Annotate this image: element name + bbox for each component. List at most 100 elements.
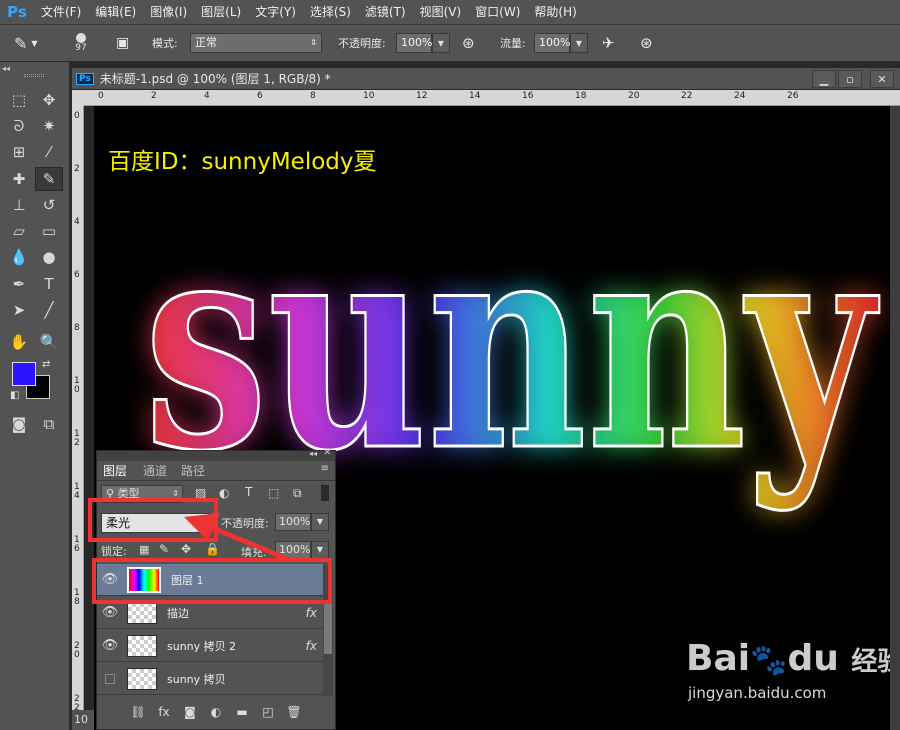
blur-tool-icon[interactable]: 💧 bbox=[5, 245, 33, 269]
menu-edit[interactable]: 编辑(E) bbox=[88, 0, 143, 24]
menu-view[interactable]: 视图(V) bbox=[413, 0, 469, 24]
add-style-icon[interactable]: fx bbox=[153, 705, 175, 719]
menu-type[interactable]: 文字(Y) bbox=[248, 0, 303, 24]
collapse-panel-icon[interactable]: ◂◂ bbox=[309, 449, 317, 458]
filter-type-icon[interactable]: T bbox=[245, 485, 252, 499]
swap-colors-icon[interactable]: ⇄ bbox=[42, 359, 50, 370]
history-brush-tool-icon[interactable]: ↺ bbox=[35, 193, 63, 217]
menu-filter[interactable]: 滤镜(T) bbox=[358, 0, 413, 24]
ruler-h-tick-label: 24 bbox=[734, 91, 746, 101]
visibility-toggle-empty[interactable] bbox=[97, 673, 123, 684]
line-tool-icon[interactable]: ╱ bbox=[35, 298, 63, 322]
layers-scrollbar-thumb[interactable] bbox=[324, 604, 332, 654]
pen-tool-icon[interactable]: ✒ bbox=[5, 272, 33, 296]
menu-image[interactable]: 图像(I) bbox=[143, 0, 194, 24]
layer-opacity-dropdown[interactable]: ▼ bbox=[311, 513, 329, 531]
menu-select[interactable]: 选择(S) bbox=[303, 0, 358, 24]
document-title: 未标题-1.psd @ 100% (图层 1, RGB/8) * bbox=[99, 72, 331, 86]
brush-tool-preset-icon[interactable]: ✎ ▼ bbox=[14, 33, 38, 53]
paw-icon: 🐾 bbox=[750, 643, 788, 678]
filter-shape-icon[interactable]: ⬚ bbox=[268, 486, 279, 500]
close-button[interactable]: ✕ bbox=[870, 70, 894, 88]
quick-mask-icon[interactable]: ◙ bbox=[5, 412, 33, 436]
filter-adjustment-icon[interactable]: ◐ bbox=[219, 486, 229, 500]
adjustment-layer-icon[interactable]: ◐ bbox=[205, 705, 227, 719]
pressure-size-icon[interactable]: ⊛ bbox=[640, 33, 653, 53]
vertical-scrollbar[interactable] bbox=[890, 106, 900, 730]
flow-dropdown-button[interactable]: ▼ bbox=[570, 33, 588, 53]
lock-image-icon[interactable]: ✎ bbox=[159, 542, 169, 556]
watermark-url: jingyan.baidu.com bbox=[688, 684, 827, 702]
layer-row-sunny-copy[interactable]: sunny 拷贝 bbox=[97, 663, 331, 695]
fill-dropdown[interactable]: ▼ bbox=[311, 541, 329, 559]
flow-input[interactable]: 100% bbox=[534, 33, 570, 53]
filter-toggle[interactable] bbox=[321, 485, 329, 501]
panel-header-bar[interactable]: ◂◂ ✕ bbox=[97, 448, 335, 461]
layer-thumbnail bbox=[127, 634, 157, 657]
tab-paths[interactable]: 路径 bbox=[181, 463, 205, 479]
ruler-v-tick-label: 2 bbox=[74, 164, 80, 174]
panel-menu-icon[interactable]: ≡ bbox=[321, 463, 329, 474]
tab-channels[interactable]: 通道 bbox=[143, 463, 167, 479]
mode-select[interactable]: 正常 ⇕ bbox=[190, 33, 322, 53]
layer-row-sunny-copy-2[interactable]: 👁 sunny 拷贝 2 fx bbox=[97, 630, 331, 662]
brush-panel-icon[interactable]: ▣ bbox=[116, 33, 129, 53]
tab-layers[interactable]: 图层 bbox=[103, 463, 127, 479]
visibility-eye-icon[interactable]: 👁 bbox=[97, 605, 123, 620]
opacity-dropdown-button[interactable]: ▼ bbox=[432, 33, 450, 53]
path-selection-tool-icon[interactable]: ➤ bbox=[5, 298, 33, 322]
ruler-h-tick-label: 10 bbox=[363, 91, 375, 101]
eyedropper-tool-icon[interactable]: ⁄ bbox=[35, 140, 63, 164]
new-layer-icon[interactable]: ◰ bbox=[257, 705, 279, 719]
link-layers-icon[interactable]: ⛓ bbox=[127, 705, 149, 719]
eraser-tool-icon[interactable]: ▱ bbox=[5, 219, 33, 243]
screen-mode-icon[interactable]: ⧉ bbox=[35, 412, 63, 436]
crop-tool-icon[interactable]: ⊞ bbox=[5, 140, 33, 164]
ruler-v-tick-label: 2 0 bbox=[74, 641, 80, 660]
mode-label: 模式: bbox=[152, 37, 178, 50]
minimize-button[interactable]: ▁ bbox=[812, 70, 836, 88]
lock-transparent-icon[interactable]: ▦ bbox=[139, 543, 149, 556]
add-mask-icon[interactable]: ◙ bbox=[179, 705, 201, 719]
menu-layer[interactable]: 图层(L) bbox=[194, 0, 248, 24]
close-panel-icon[interactable]: ✕ bbox=[323, 448, 331, 458]
watermark-brand-b: du bbox=[787, 638, 839, 679]
menu-help[interactable]: 帮助(H) bbox=[527, 0, 583, 24]
mode-value: 正常 bbox=[195, 36, 217, 49]
zoom-tool-icon[interactable]: 🔍 bbox=[35, 330, 63, 354]
marquee-tool-icon[interactable]: ⬚ bbox=[5, 88, 33, 112]
delete-layer-icon[interactable]: 🗑 bbox=[283, 705, 305, 719]
airbrush-icon[interactable]: ✈ bbox=[602, 33, 615, 53]
horizontal-ruler: 0 2 4 6 8 10 12 14 16 18 20 22 24 26 bbox=[84, 90, 900, 106]
move-tool-icon[interactable]: ✥ bbox=[35, 88, 63, 112]
restore-button[interactable]: ▫ bbox=[838, 70, 862, 88]
gradient-tool-icon[interactable]: ▭ bbox=[35, 219, 63, 243]
magic-wand-tool-icon[interactable]: ✷ bbox=[35, 114, 63, 138]
foreground-color-swatch[interactable] bbox=[12, 362, 36, 386]
hand-tool-icon[interactable]: ✋ bbox=[5, 330, 33, 354]
clone-stamp-tool-icon[interactable]: ⊥ bbox=[5, 193, 33, 217]
opacity-input[interactable]: 100% bbox=[396, 33, 432, 53]
flow-label: 流量: bbox=[500, 37, 526, 50]
layer-effects-icon[interactable]: fx bbox=[306, 606, 317, 620]
menu-file[interactable]: 文件(F) bbox=[34, 0, 88, 24]
layer-effects-icon[interactable]: fx bbox=[306, 639, 317, 653]
type-tool-icon[interactable]: T bbox=[35, 272, 63, 296]
menu-window[interactable]: 窗口(W) bbox=[468, 0, 527, 24]
zoom-status[interactable]: 10 bbox=[72, 710, 94, 730]
healing-brush-tool-icon[interactable]: ✚ bbox=[5, 167, 33, 191]
dodge-tool-icon[interactable]: ● bbox=[35, 245, 63, 269]
new-group-icon[interactable]: ▬ bbox=[231, 705, 253, 719]
lasso-tool-icon[interactable]: ᘐ bbox=[5, 114, 33, 138]
document-tab[interactable]: Ps 未标题-1.psd @ 100% (图层 1, RGB/8) * ▁ ▫ … bbox=[72, 68, 900, 90]
brush-tool-icon[interactable]: ✎ bbox=[35, 167, 63, 191]
default-colors-icon[interactable]: ◧ bbox=[10, 390, 19, 401]
ruler-h-tick-label: 8 bbox=[310, 91, 316, 101]
panel-grip[interactable] bbox=[24, 74, 44, 77]
visibility-eye-icon[interactable]: 👁 bbox=[97, 638, 123, 653]
filter-smartobject-icon[interactable]: ⧉ bbox=[293, 486, 302, 501]
ruler-origin[interactable] bbox=[72, 90, 84, 106]
brush-size-picker[interactable]: 97 bbox=[66, 29, 96, 57]
pressure-opacity-icon[interactable]: ⊛ bbox=[462, 33, 475, 53]
collapse-tools-icon[interactable]: ◂◂ bbox=[2, 64, 10, 73]
